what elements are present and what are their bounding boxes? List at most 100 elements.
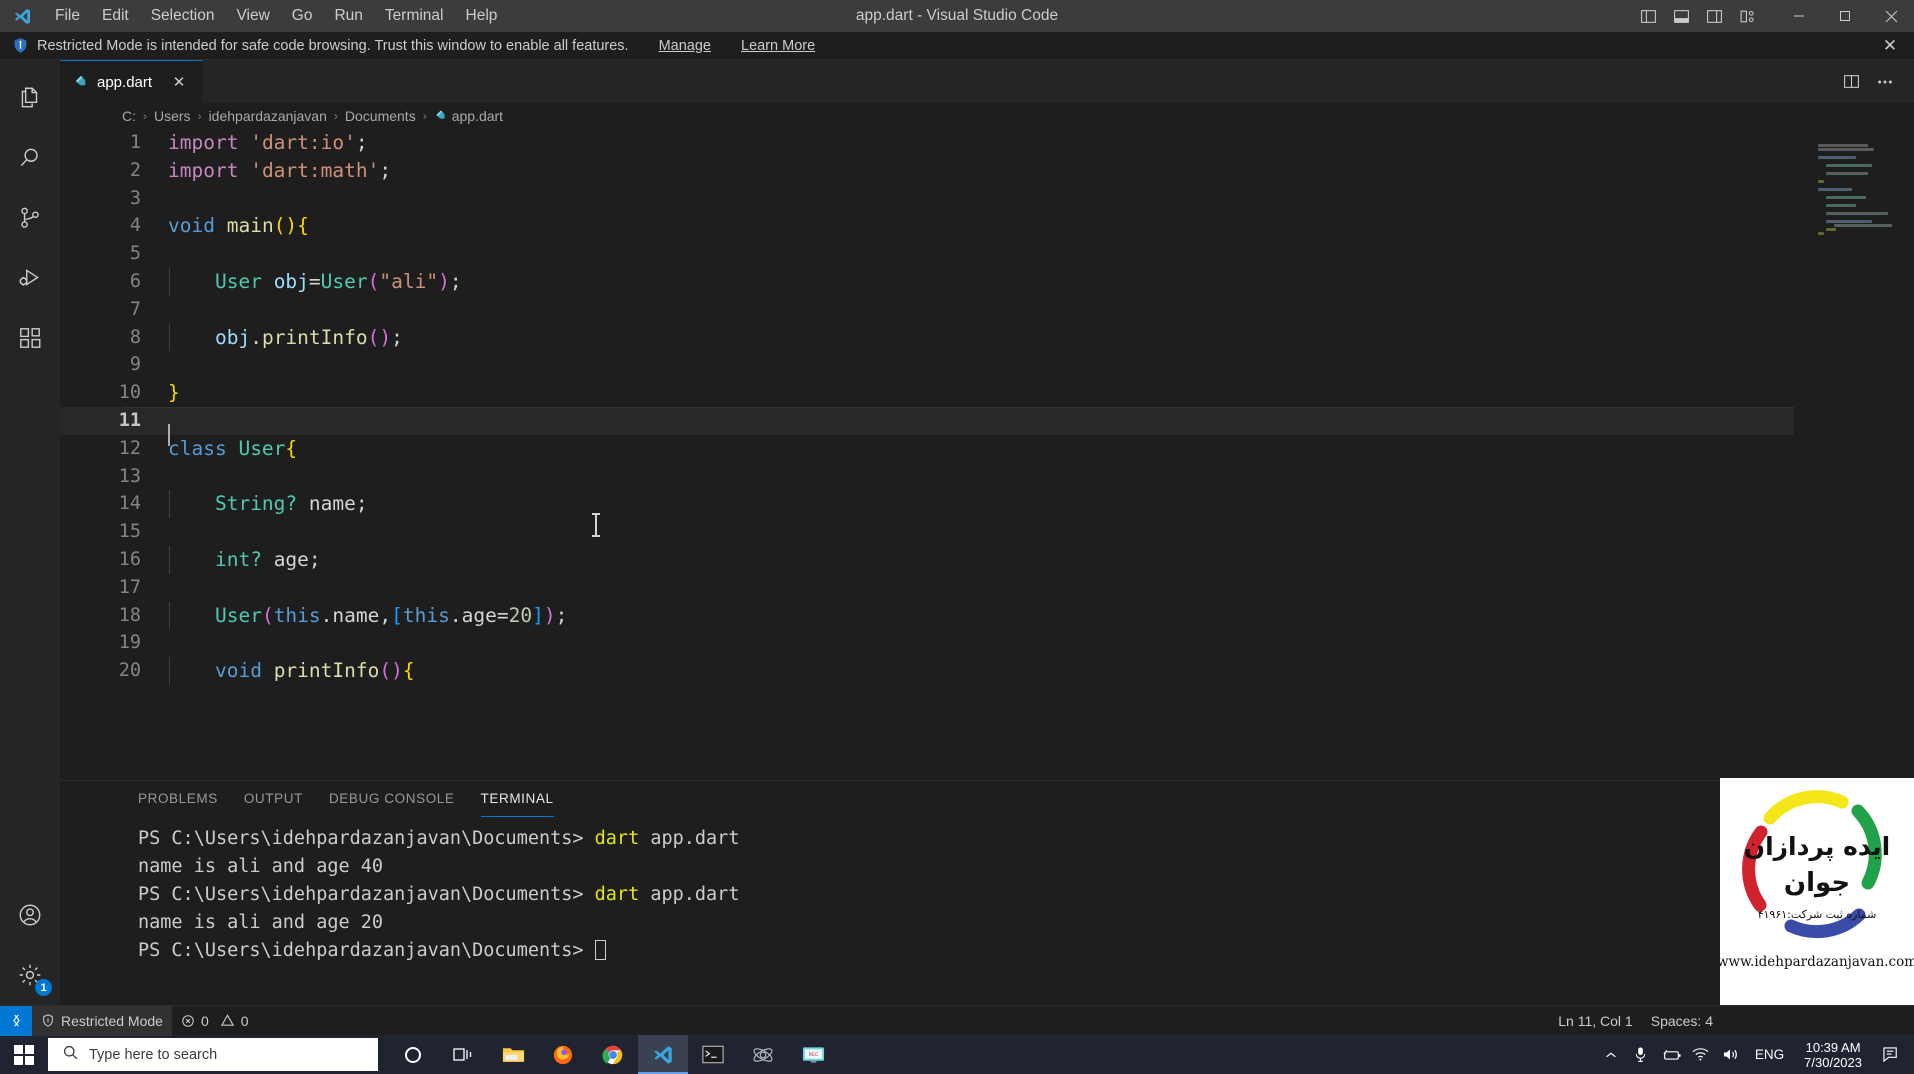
menu-terminal[interactable]: Terminal [374, 0, 455, 32]
chrome-icon[interactable] [588, 1035, 638, 1074]
terminal-output[interactable]: PS C:\Users\idehpardazanjavan\Documents>… [60, 817, 1914, 1005]
split-editor-icon[interactable] [1836, 67, 1866, 97]
menu-edit[interactable]: Edit [91, 0, 140, 32]
remote-window-icon[interactable] [0, 1005, 32, 1036]
code-line[interactable]: 13 [60, 463, 1914, 491]
minimap[interactable] [1794, 129, 1914, 780]
code-line[interactable]: 5 [60, 240, 1914, 268]
code-line[interactable]: 3 [60, 185, 1914, 213]
breadcrumb-dart-icon [434, 108, 447, 124]
battery-icon[interactable] [1657, 1035, 1685, 1074]
breadcrumb-item-file[interactable]: app.dart [452, 108, 503, 124]
window-close-button[interactable] [1868, 0, 1914, 32]
code-line[interactable]: 9 [60, 351, 1914, 379]
line-number: 7 [129, 298, 141, 320]
code-line[interactable]: 8 obj.printInfo(); [60, 323, 1914, 352]
toggle-panel-icon[interactable] [1666, 1, 1696, 31]
activity-search-icon[interactable] [0, 128, 60, 188]
status-indentation[interactable]: Spaces: 4 [1642, 1006, 1722, 1036]
code-line[interactable]: 10 } [60, 379, 1914, 407]
customize-layout-icon[interactable] [1732, 1, 1762, 31]
code-line[interactable]: 4 void main(){ [60, 212, 1914, 240]
activity-accounts-icon[interactable] [0, 885, 60, 945]
code-line-active[interactable]: 11 [60, 406, 1914, 446]
menu-run[interactable]: Run [323, 0, 373, 32]
banner-close-icon[interactable]: ✕ [1880, 36, 1900, 56]
status-restricted-mode[interactable]: Restricted Mode [32, 1005, 172, 1036]
code-line[interactable]: 2 import 'dart:math'; [60, 157, 1914, 185]
toggle-primary-sidebar-icon[interactable] [1633, 1, 1663, 31]
taskbar-clock[interactable]: 10:39 AM 7/30/2023 [1794, 1040, 1872, 1070]
vscode-icon[interactable] [638, 1035, 688, 1074]
menu-view[interactable]: View [225, 0, 280, 32]
code-line[interactable]: 19 [60, 629, 1914, 657]
editor-tab-close-icon[interactable]: ✕ [169, 73, 189, 91]
panel-tab-problems[interactable]: PROBLEMS [138, 781, 218, 817]
breadcrumb-item-users[interactable]: Users [154, 108, 191, 124]
menu-selection[interactable]: Selection [140, 0, 226, 32]
more-actions-icon[interactable] [1870, 67, 1900, 97]
activity-manage-settings-icon[interactable]: 1 [0, 945, 60, 1005]
editor-tab-bar: app.dart ✕ [60, 60, 1914, 103]
firefox-icon[interactable] [538, 1035, 588, 1074]
menu-help[interactable]: Help [455, 0, 509, 32]
cortana-icon[interactable] [388, 1035, 438, 1074]
line-number: 12 [118, 437, 141, 459]
start-button[interactable] [0, 1035, 48, 1074]
vscode-logo-icon [0, 0, 44, 32]
code-line[interactable]: 16 int? age; [60, 545, 1914, 574]
code-line[interactable]: 1 import 'dart:io'; [60, 129, 1914, 157]
code-line[interactable]: 17 [60, 574, 1914, 602]
breadcrumb-item-drive[interactable]: C: [122, 108, 136, 124]
menu-file[interactable]: File [44, 0, 91, 32]
electron-icon[interactable] [738, 1035, 788, 1074]
panel-tab-terminal[interactable]: TERMINAL [480, 781, 554, 817]
line-number: 9 [129, 354, 141, 376]
taskbar-language-indicator[interactable]: ENG [1747, 1047, 1792, 1062]
window-maximize-button[interactable] [1822, 0, 1868, 32]
breadcrumb-item-user[interactable]: idehpardazanjavan [209, 108, 327, 124]
toggle-secondary-sidebar-icon[interactable] [1699, 1, 1729, 31]
code-line[interactable]: 12 class User{ [60, 435, 1914, 463]
breadcrumb-item-documents[interactable]: Documents [345, 108, 416, 124]
volume-icon[interactable] [1717, 1035, 1745, 1074]
window-minimize-button[interactable] [1776, 0, 1822, 32]
activity-extensions-icon[interactable] [0, 308, 60, 368]
banner-learn-more-link[interactable]: Learn More [741, 38, 815, 54]
line-content: User(this.name,[this.age=20]); [168, 601, 1914, 630]
panel-tab-output[interactable]: OUTPUT [244, 781, 303, 817]
code-editor[interactable]: 1 import 'dart:io'; 2 import 'dart:math'… [60, 129, 1914, 780]
banner-manage-link[interactable]: Manage [659, 38, 711, 54]
microphone-icon[interactable] [1627, 1035, 1655, 1074]
activity-source-control-icon[interactable] [0, 188, 60, 248]
status-problems[interactable]: 0 0 [172, 1006, 258, 1036]
code-line[interactable]: 18 User(this.name,[this.age=20]); [60, 601, 1914, 630]
line-content: User obj=User("ali"); [168, 267, 1914, 296]
code-lines[interactable]: 1 import 'dart:io'; 2 import 'dart:math'… [60, 129, 1914, 685]
wifi-icon[interactable] [1687, 1035, 1715, 1074]
taskbar-search-input[interactable]: Type here to search [48, 1038, 378, 1071]
code-line[interactable]: 7 [60, 296, 1914, 324]
panel-tab-debug-console[interactable]: DEBUG CONSOLE [329, 781, 455, 817]
editor-tab-app-dart[interactable]: app.dart ✕ [60, 60, 204, 103]
logo-circle: ایده پردازان جوان شماره ثبت شرکت:۴۱۹۶۱ [1734, 780, 1900, 952]
file-explorer-icon[interactable] [488, 1035, 538, 1074]
screen-recorder-icon[interactable]: REC [788, 1035, 838, 1074]
activity-explorer-icon[interactable] [0, 68, 60, 128]
line-content: int? age; [168, 545, 1914, 574]
line-number: 19 [118, 632, 141, 654]
code-line[interactable]: 15 [60, 518, 1914, 546]
activity-run-debug-icon[interactable] [0, 248, 60, 308]
status-cursor-position[interactable]: Ln 11, Col 1 [1549, 1006, 1641, 1036]
action-center-icon[interactable] [1874, 1035, 1908, 1074]
menu-go[interactable]: Go [281, 0, 324, 32]
code-line[interactable]: 20 void printInfo(){ [60, 657, 1914, 685]
code-line[interactable]: 6 User obj=User("ali"); [60, 267, 1914, 296]
terminal-icon[interactable] [688, 1035, 738, 1074]
line-number: 11 [118, 409, 141, 431]
dart-file-icon [73, 73, 88, 92]
code-line[interactable]: 14 String? name; [60, 490, 1914, 519]
task-view-icon[interactable] [438, 1035, 488, 1074]
bottom-panel: PROBLEMS OUTPUT DEBUG CONSOLE TERMINAL P… [60, 780, 1914, 1005]
show-hidden-icons-icon[interactable] [1597, 1035, 1625, 1074]
